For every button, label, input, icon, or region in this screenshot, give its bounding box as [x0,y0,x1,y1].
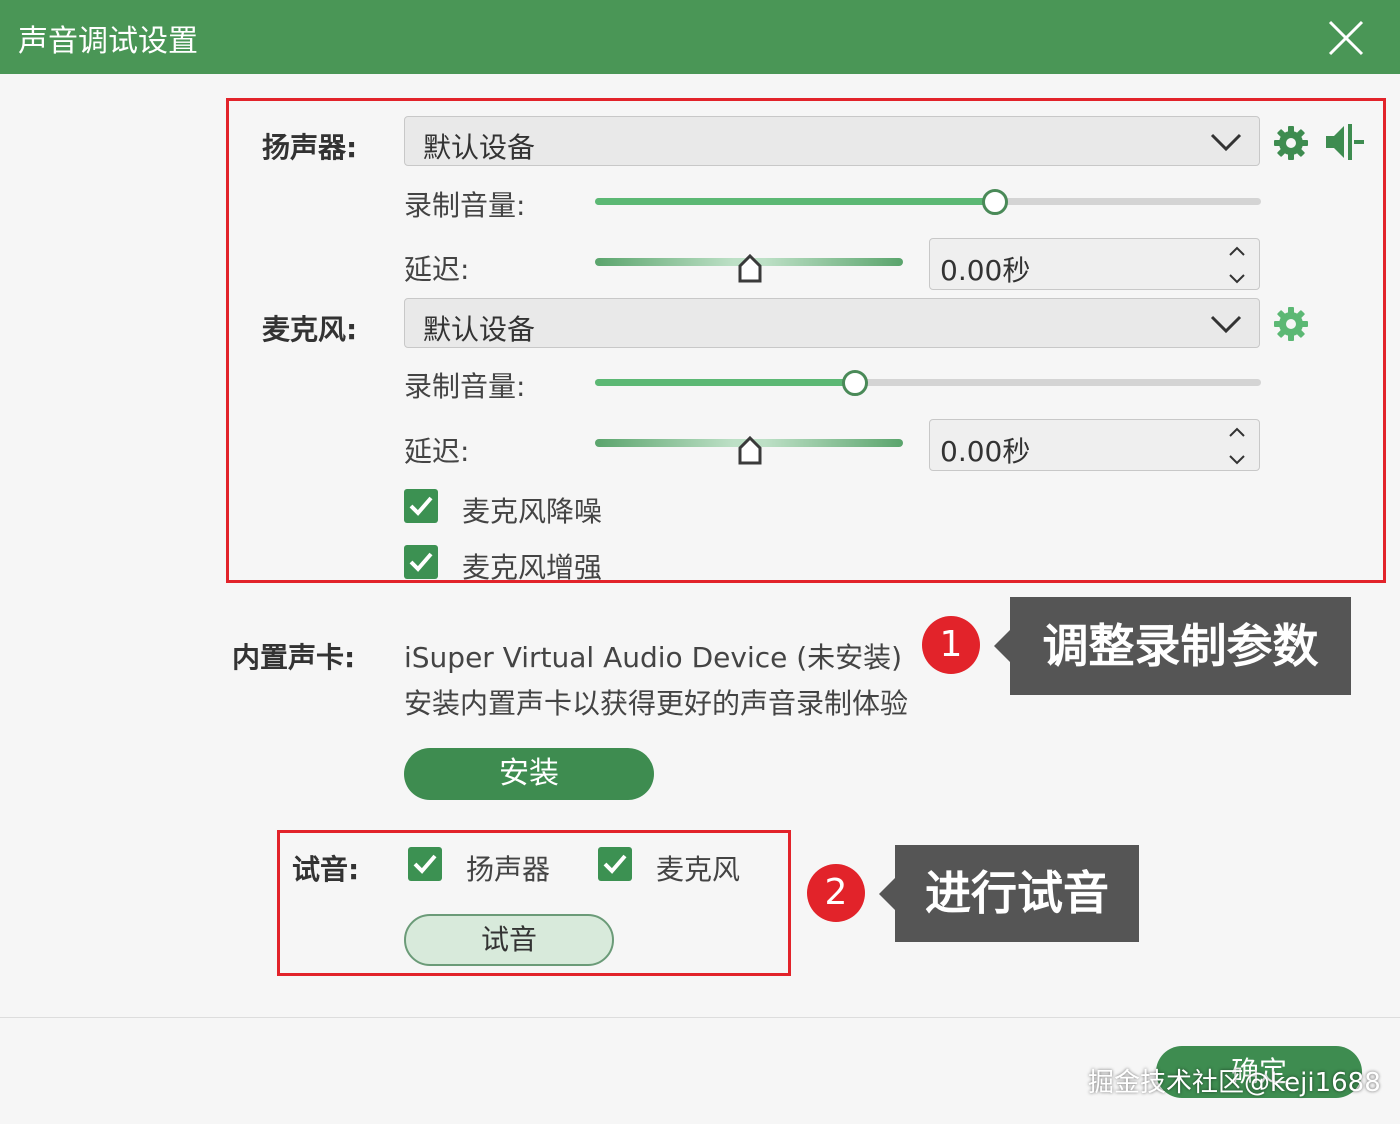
annotation-text-2: 进行试音 [925,866,1109,920]
microphone-volume-label: 录制音量: [404,370,526,403]
speaker-delay-handle[interactable] [738,254,762,284]
test-mic-checkbox[interactable] [598,847,632,881]
chevron-down-icon [1210,315,1242,334]
speaker-device-value: 默认设备 [423,131,536,164]
microphone-delay-stepper[interactable]: 0.00秒 [929,419,1260,471]
microphone-device-select[interactable]: 默认设备 [404,298,1260,348]
chevron-down-icon [1210,133,1242,152]
checkmark-icon [603,854,627,874]
noise-reduction-checkbox[interactable] [404,489,438,523]
callout-pointer [879,877,895,910]
microphone-delay-label: 延迟: [404,435,470,468]
speaker-volume-fill [595,198,995,205]
speaker-settings-gear-icon[interactable] [1272,124,1310,162]
title-bar: 声音调试设置 [0,0,1400,74]
test-speaker-checkbox[interactable] [408,847,442,881]
test-label: 试音: [292,853,360,886]
test-speaker-label: 扬声器 [466,853,551,886]
install-button[interactable]: 安装 [404,748,654,800]
checkmark-icon [409,496,433,516]
test-sound-button[interactable]: 试音 [404,914,614,966]
microphone-delay-handle[interactable] [738,436,762,466]
microphone-volume-knob[interactable] [841,370,868,396]
callout-pointer [994,630,1010,662]
test-mic-label: 麦克风 [656,853,741,886]
stepper-arrows-icon[interactable] [1227,243,1247,287]
watermark-text: 掘金技术社区@keji1688 [1088,1068,1381,1098]
microphone-device-value: 默认设备 [423,313,536,346]
checkmark-icon [409,552,433,572]
close-icon[interactable] [1326,18,1366,58]
mic-enhance-checkbox[interactable] [404,545,438,579]
speaker-volume-slider[interactable] [595,198,1261,205]
speaker-delay-stepper[interactable]: 0.00秒 [929,238,1260,290]
stepper-arrows-icon[interactable] [1227,424,1247,468]
microphone-volume-slider[interactable] [595,379,1261,386]
microphone-volume-fill [595,379,855,386]
annotation-badge-1: 1 [922,616,980,674]
footer-divider [0,1017,1400,1018]
speaker-delay-value: 0.00秒 [940,254,1031,287]
microphone-settings-gear-icon[interactable] [1272,305,1310,343]
speaker-volume-label: 录制音量: [404,189,526,222]
speaker-volume-icon[interactable] [1324,122,1366,162]
annotation-callout-2: 进行试音 [879,845,1139,942]
sound-card-device: iSuper Virtual Audio Device (未安装) [404,641,903,674]
speaker-label: 扬声器: [262,131,358,164]
speaker-delay-label: 延迟: [404,253,470,286]
annotation-callout-1: 调整录制参数 [994,597,1351,695]
speaker-device-select[interactable]: 默认设备 [404,116,1260,166]
annotation-badge-2: 2 [807,864,865,922]
mic-enhance-label: 麦克风增强 [462,551,603,584]
annotation-text-1: 调整录制参数 [1042,619,1319,673]
sound-card-hint: 安装内置声卡以获得更好的声音录制体验 [404,687,909,720]
noise-reduction-label: 麦克风降噪 [462,495,603,528]
checkmark-icon [413,854,437,874]
microphone-label: 麦克风: [262,313,358,346]
speaker-volume-knob[interactable] [981,189,1008,215]
microphone-delay-value: 0.00秒 [940,435,1031,468]
sound-card-label: 内置声卡: [232,641,356,674]
window-title: 声音调试设置 [18,24,198,59]
